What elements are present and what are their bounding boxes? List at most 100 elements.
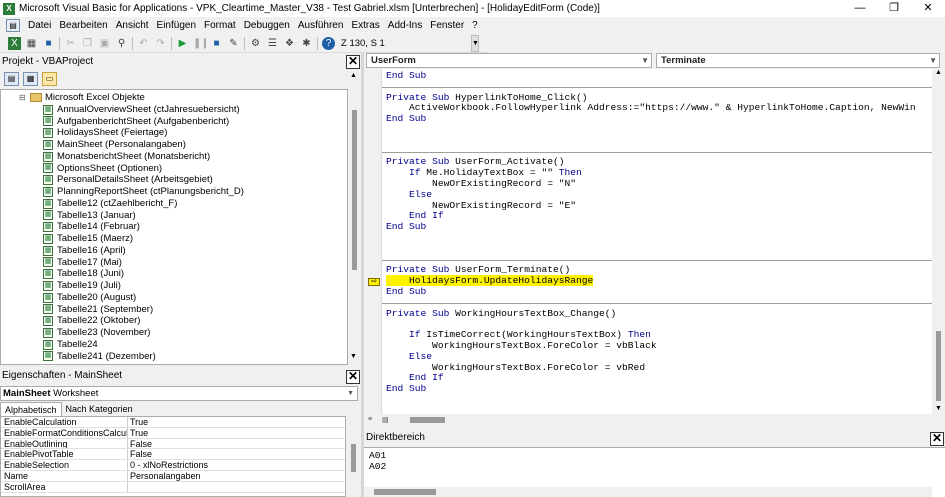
tree-item[interactable]: ▦ Tabelle21 (September) [43, 304, 153, 316]
project-explorer-icon[interactable]: ⚙ [249, 37, 262, 50]
tree-item[interactable]: ▦ Tabelle18 (Juni) [43, 268, 124, 280]
find-icon[interactable]: ⚲ [115, 37, 128, 50]
menu-extras[interactable]: Extras [347, 20, 383, 31]
property-value[interactable]: False [128, 449, 345, 459]
toolbox-icon[interactable]: ✱ [300, 37, 313, 50]
object-combo[interactable]: UserForm ▼ [366, 53, 652, 68]
tree-item[interactable]: ▦ AufgabenberichtSheet (Aufgabenbericht) [43, 116, 229, 128]
code-line[interactable]: End Sub [386, 383, 426, 395]
tree-item[interactable]: ▦ Tabelle13 (Januar) [43, 210, 136, 222]
tree-item[interactable]: ▦ Tabelle14 (Februar) [43, 221, 140, 233]
menu-einfuegen[interactable]: Einfügen [153, 20, 200, 31]
property-value[interactable]: True [128, 417, 345, 427]
property-row[interactable]: ScrollArea [1, 481, 345, 493]
tree-item[interactable]: ▦ Tabelle22 (Oktober) [43, 315, 140, 327]
tree-item[interactable]: ▦ Tabelle19 (Juli) [43, 280, 121, 292]
redo-icon[interactable]: ↷ [154, 37, 167, 50]
menu-addins[interactable]: Add-Ins [384, 20, 426, 31]
close-window-button[interactable]: ✕ [911, 0, 945, 17]
chevron-down-icon[interactable]: ▼ [347, 387, 354, 400]
tree-item[interactable]: ▦ HolidaysSheet (Feiertage) [43, 127, 167, 139]
toolbar-options-icon[interactable]: ▼ [471, 34, 479, 52]
scrollbar-thumb[interactable] [936, 331, 941, 401]
properties-window-icon[interactable]: ☰ [266, 37, 279, 50]
tree-item[interactable]: ▦ MonatsberichtSheet (Monatsbericht) [43, 151, 210, 163]
scroll-up-icon[interactable]: ▲ [350, 72, 357, 79]
chevron-down-icon[interactable]: ▼ [641, 54, 649, 67]
code-line[interactable]: Private Sub WorkingHoursTextBox_Change() [386, 308, 616, 320]
properties-pane-close-button[interactable]: ✕ [346, 370, 360, 384]
tree-item[interactable]: ▦ Tabelle20 (August) [43, 292, 136, 304]
tree-item[interactable]: ▦ PersonalDetailsSheet (Arbeitsgebiet) [43, 174, 213, 186]
project-pane-close-button[interactable]: ✕ [346, 55, 360, 69]
tree-item[interactable]: ▦ Tabelle12 (ctZaehlbericht_F) [43, 198, 177, 210]
insert-userform-icon[interactable]: ▦ [25, 37, 38, 50]
tree-item[interactable]: ▦ AnnualOverviewSheet (ctJahresuebersicht… [43, 104, 240, 116]
property-row[interactable]: EnableSelection 0 - xlNoRestrictions [1, 460, 345, 471]
tree-item[interactable]: ▦ PlanningReportSheet (ctPlanungsbericht_… [43, 186, 244, 198]
code-window-menu-icon[interactable]: ▤ [6, 19, 20, 32]
code-line[interactable]: End Sub [386, 113, 426, 125]
code-horizontal-scrollbar[interactable]: ≡ ▤ [364, 414, 945, 425]
code-line[interactable]: End Sub [386, 221, 426, 233]
cut-icon[interactable]: ✂ [64, 37, 77, 50]
tree-folder[interactable]: ⊟ Microsoft Excel Objekte [19, 92, 145, 104]
undo-icon[interactable]: ↶ [137, 37, 150, 50]
menu-datei[interactable]: Datei [24, 20, 55, 31]
view-object-icon[interactable]: ▦ [23, 72, 38, 86]
scroll-up-icon[interactable]: ▲ [935, 69, 942, 76]
property-value[interactable]: False [128, 439, 345, 449]
code-scrollbar[interactable]: ▲ ▼ [932, 69, 945, 414]
code-line[interactable]: ActiveWorkbook.FollowHyperlink Address:=… [386, 102, 916, 114]
save-icon[interactable]: ■ [42, 37, 55, 50]
tree-item[interactable]: ▦ OptionsSheet (Optionen) [43, 163, 162, 175]
run-icon[interactable]: ▶ [176, 37, 189, 50]
code-margin[interactable] [364, 69, 382, 414]
menu-format[interactable]: Format [200, 20, 240, 31]
tree-item[interactable]: ▦ Tabelle24 [43, 339, 98, 351]
property-row[interactable]: EnableFormatConditionsCalculationTrue [1, 427, 345, 439]
toggle-folders-icon[interactable]: ▭ [42, 72, 57, 86]
reset-icon[interactable]: ■ [210, 37, 223, 50]
pause-icon[interactable]: ❚❚ [193, 37, 206, 50]
menu-ausfuehren[interactable]: Ausführen [294, 20, 348, 31]
copy-icon[interactable]: ❐ [81, 37, 94, 50]
scrollbar-thumb[interactable] [374, 489, 436, 495]
immediate-pane-close-button[interactable]: ✕ [930, 432, 944, 446]
procedure-view-icon[interactable]: ≡ [368, 416, 378, 423]
maximize-button[interactable]: ❐ [877, 0, 911, 17]
collapse-icon[interactable]: ⊟ [19, 92, 28, 104]
object-browser-icon[interactable]: ❖ [283, 37, 296, 50]
paste-icon[interactable]: ▣ [98, 37, 111, 50]
chevron-down-icon[interactable]: ▼ [929, 54, 937, 67]
property-row[interactable]: EnableCalculation True [1, 417, 345, 428]
scroll-down-icon[interactable]: ▼ [350, 353, 357, 360]
tree-item[interactable]: ▦ MainSheet (Personalangaben) [43, 139, 186, 151]
tree-item[interactable]: ▦ Tabelle16 (April) [43, 245, 126, 257]
properties-object-combo[interactable]: MainSheet Worksheet ▼ [0, 386, 358, 401]
property-value[interactable]: 0 - xlNoRestrictions [128, 460, 345, 470]
menu-debuggen[interactable]: Debuggen [240, 20, 294, 31]
procedure-combo[interactable]: Terminate ▼ [656, 53, 940, 68]
full-module-view-icon[interactable]: ▤ [382, 416, 392, 424]
properties-scrollbar[interactable] [346, 416, 361, 497]
tab-nach-kategorien[interactable]: Nach Kategorien [62, 402, 137, 416]
code-line[interactable]: End Sub [386, 70, 426, 82]
excel-view-icon[interactable]: X [8, 36, 21, 50]
property-row[interactable]: EnableOutlining False [1, 438, 345, 450]
property-value[interactable] [128, 482, 345, 492]
minimize-button[interactable]: — [843, 0, 877, 17]
property-row[interactable]: EnablePivotTable False [1, 449, 345, 461]
menu-fenster[interactable]: Fenster [426, 20, 468, 31]
project-tree-scrollbar[interactable]: ▲ ▼ [348, 70, 361, 365]
menu-help[interactable]: ? [468, 20, 482, 31]
scrollbar-thumb[interactable] [351, 444, 356, 472]
menu-bearbeiten[interactable]: Bearbeiten [55, 20, 111, 31]
design-mode-icon[interactable]: ✎ [227, 37, 240, 50]
tree-item[interactable]: ▦ Tabelle241 (Dezember) [43, 351, 156, 363]
code-line[interactable]: End Sub [386, 286, 426, 298]
property-row[interactable]: Name Personalangaben [1, 470, 345, 482]
tab-alphabetisch[interactable]: Alphabetisch [0, 402, 62, 416]
menu-ansicht[interactable]: Ansicht [112, 20, 153, 31]
property-value[interactable]: Personalangaben [128, 471, 345, 481]
